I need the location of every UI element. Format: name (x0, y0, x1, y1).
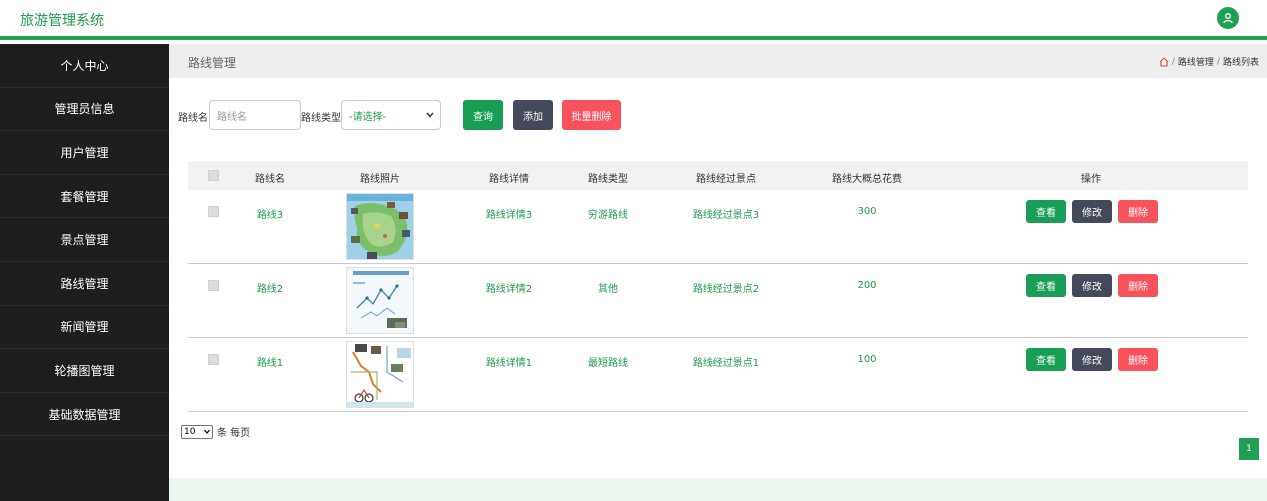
breadcrumb: / 路线管理 / 路线列表 (1159, 55, 1259, 68)
route-cost-cell: 100 (857, 354, 877, 365)
breadcrumb-bar: 路线管理 / 路线管理 / 路线列表 (169, 44, 1267, 78)
page-size-value: 10 (184, 426, 196, 437)
batch-delete-button[interactable]: 批量删除 (562, 100, 621, 130)
edit-button[interactable]: 修改 (1072, 200, 1112, 223)
view-button[interactable]: 查看 (1026, 200, 1066, 223)
page-size-select[interactable]: 10 (181, 424, 213, 439)
breadcrumb-item-routes[interactable]: 路线管理 (1178, 55, 1214, 68)
route-name-label: 路线名 (178, 113, 208, 124)
route-type-label: 路线类型 (301, 113, 341, 124)
sidebar-item-carousel[interactable]: 轮播图管理 (0, 349, 169, 393)
sidebar-item-spots[interactable]: 景点管理 (0, 218, 169, 262)
page-size-suffix: 条 每页 (217, 428, 251, 439)
page-button-current[interactable]: 1 (1239, 438, 1259, 460)
top-bar: 旅游管理系统 (0, 0, 1267, 40)
row-checkbox[interactable] (208, 206, 219, 217)
sidebar-item-routes[interactable]: 路线管理 (0, 262, 169, 306)
app-title: 旅游管理系统 (20, 13, 104, 29)
route-type-cell: 穷游路线 (588, 210, 628, 221)
column-header-photo: 路线照片 (360, 174, 400, 185)
route-detail-cell[interactable]: 路线详情2 (486, 280, 532, 295)
add-button[interactable]: 添加 (513, 100, 553, 130)
column-header-name: 路线名 (255, 174, 285, 185)
route-name-cell: 路线3 (256, 210, 284, 221)
footer-band (169, 478, 1267, 501)
route-spots-cell: 路线经过景点2 (692, 284, 760, 295)
route-type-select[interactable]: -请选择- (341, 100, 441, 130)
route-photo (346, 341, 414, 408)
table-row: 路线3 路线详情3 穷游路线 路线经过景点3 300 查看 修改 删除 (188, 190, 1248, 264)
view-button[interactable]: 查看 (1026, 274, 1066, 297)
select-all-checkbox[interactable] (208, 170, 219, 181)
route-cost-cell: 300 (857, 206, 877, 217)
row-checkbox[interactable] (208, 280, 219, 291)
column-header-spots: 路线经过景点 (696, 174, 756, 185)
route-name-cell: 路线1 (256, 358, 284, 369)
page-size-control: 10 条 每页 (181, 424, 250, 439)
column-header-detail: 路线详情 (489, 174, 529, 185)
chevron-down-icon (426, 112, 434, 118)
delete-button[interactable]: 删除 (1118, 348, 1158, 371)
delete-button[interactable]: 删除 (1118, 274, 1158, 297)
home-icon[interactable] (1159, 56, 1169, 67)
column-header-cost: 路线大概总花费 (832, 174, 902, 185)
breadcrumb-separator: / (1171, 56, 1175, 67)
delete-button[interactable]: 删除 (1118, 200, 1158, 223)
edit-button[interactable]: 修改 (1072, 274, 1112, 297)
row-checkbox[interactable] (208, 354, 219, 365)
page-title: 路线管理 (188, 56, 237, 70)
route-detail-cell[interactable]: 路线详情3 (486, 206, 532, 221)
query-button[interactable]: 查询 (463, 100, 503, 130)
route-name-cell: 路线2 (256, 284, 284, 295)
search-form: 路线名 路线名 路线类型 -请选择- 查询 添加 批量删除 (178, 100, 1178, 130)
user-avatar-icon[interactable] (1217, 7, 1239, 29)
table-header: 路线名 路线照片 路线详情 路线类型 路线经过景点 路线大概总花费 操作 (188, 161, 1248, 190)
column-header-type: 路线类型 (588, 174, 628, 185)
sidebar: 个人中心 管理员信息 用户管理 套餐管理 景点管理 路线管理 新闻管理 轮播图管… (0, 44, 169, 501)
chevron-down-icon (204, 429, 210, 434)
route-type-selected-value: -请选择- (349, 111, 387, 123)
sidebar-item-users[interactable]: 用户管理 (0, 131, 169, 175)
route-photo (346, 267, 414, 334)
sidebar-item-news[interactable]: 新闻管理 (0, 306, 169, 350)
route-detail-cell[interactable]: 路线详情1 (486, 354, 532, 369)
route-photo (346, 193, 414, 260)
route-cost-cell: 200 (857, 280, 877, 291)
route-spots-cell: 路线经过景点3 (692, 210, 760, 221)
view-button[interactable]: 查看 (1026, 348, 1066, 371)
sidebar-item-base-data[interactable]: 基础数据管理 (0, 393, 169, 437)
breadcrumb-item-route-list: 路线列表 (1222, 58, 1259, 68)
route-type-cell: 最短路线 (588, 358, 628, 369)
table-row: 路线2 路线详情2 其他 路线经过景点2 200 查看 修改 删除 (188, 264, 1248, 338)
route-spots-cell: 路线经过景点1 (692, 358, 760, 369)
sidebar-item-packages[interactable]: 套餐管理 (0, 175, 169, 219)
table-row: 路线1 路线详情1 最短路线 路线经过景点1 100 查看 修改 删除 (188, 338, 1248, 412)
main-content: 路线管理 / 路线管理 / 路线列表 路线名 路线名 路线类型 -请选择- 查询… (169, 44, 1267, 501)
route-type-cell: 其他 (598, 284, 618, 295)
route-name-input[interactable]: 路线名 (209, 100, 301, 130)
sidebar-item-admin-info[interactable]: 管理员信息 (0, 88, 169, 132)
edit-button[interactable]: 修改 (1072, 348, 1112, 371)
sidebar-item-personal-center[interactable]: 个人中心 (0, 44, 169, 88)
breadcrumb-separator: / (1216, 56, 1220, 67)
route-table: 路线名 路线照片 路线详情 路线类型 路线经过景点 路线大概总花费 操作 路线3 (188, 161, 1248, 412)
column-header-actions: 操作 (1081, 174, 1101, 185)
